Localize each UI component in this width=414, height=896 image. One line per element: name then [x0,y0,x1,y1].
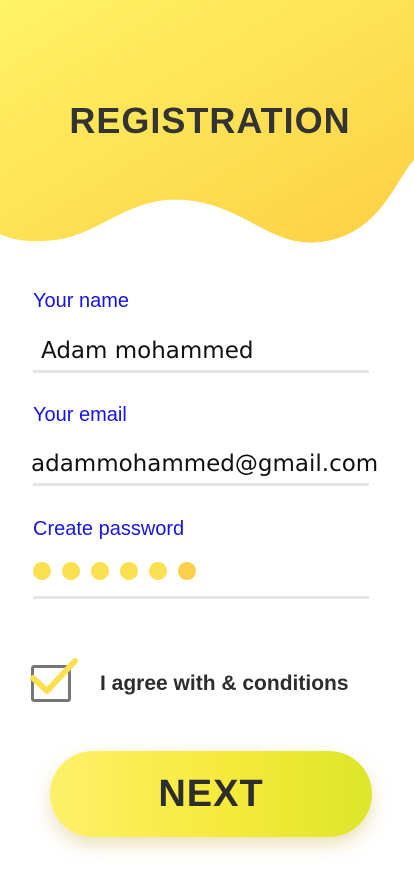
name-field-underline [33,370,369,373]
header-banner: REGISTRATION [0,0,414,250]
password-dot [62,562,80,580]
email-label: Your email [33,404,127,426]
password-dot [149,562,167,580]
password-dot [178,562,196,580]
email-field[interactable]: adammohammed@gmail.com [31,451,378,477]
password-field-underline [33,596,369,599]
next-button[interactable]: NEXT [50,751,372,837]
password-field[interactable] [33,562,196,580]
password-label: Create password [33,518,185,540]
name-label: Your name [33,290,129,312]
password-dot [91,562,109,580]
page-title: REGISTRATION [69,100,351,141]
password-dot [120,562,138,580]
agree-label: I agree with & conditions [100,672,349,695]
checkmark-icon [30,658,78,694]
name-field[interactable]: Adam mohammed [41,338,253,364]
next-button-label: NEXT [158,772,264,815]
email-field-underline [33,483,369,486]
password-dot [33,562,51,580]
